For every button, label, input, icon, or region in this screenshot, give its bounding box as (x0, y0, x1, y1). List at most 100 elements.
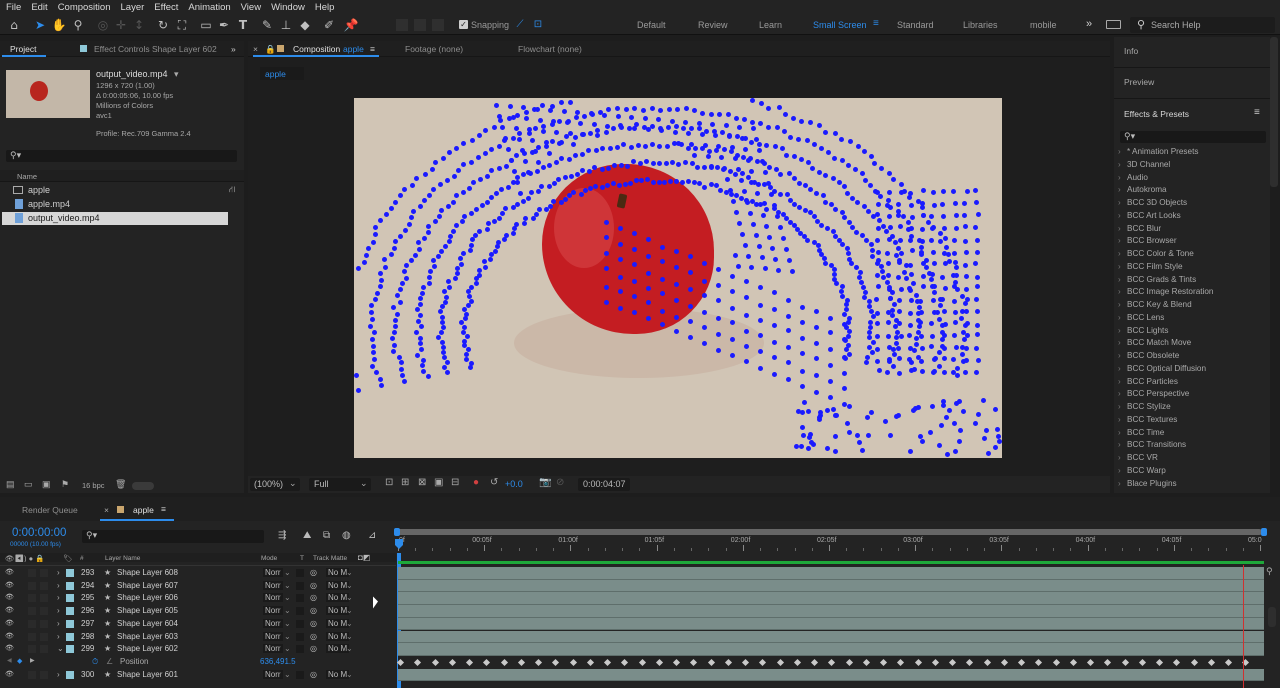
comp-mini-flowchart-icon[interactable]: ⇶ (278, 530, 286, 541)
project-item-apple-mp4[interactable]: apple.mp4 (2, 198, 242, 211)
keyframe-icon[interactable] (707, 658, 715, 666)
keyframe-icon[interactable] (414, 658, 422, 666)
effect-category-item[interactable]: › BCC Optical Diffusion (1118, 364, 1206, 373)
tab-composition-name[interactable]: apple (343, 44, 364, 54)
transparency-grid-icon[interactable]: ⊞ (401, 477, 409, 488)
toggle-switch[interactable] (132, 482, 154, 490)
camera-tool-icon[interactable]: ⛶ (174, 17, 190, 33)
keyframe-icon[interactable] (948, 658, 957, 666)
layer-duration-bar[interactable] (398, 579, 1264, 593)
color-management-icon[interactable]: ● (473, 477, 479, 488)
menu-composition[interactable]: Composition (58, 2, 111, 13)
selection-tool-icon[interactable]: ➤ (32, 17, 48, 33)
preview-panel-title[interactable]: Preview (1124, 77, 1154, 87)
current-time-display[interactable]: 0:00:04:07 (578, 478, 630, 491)
timeline-search-input[interactable]: ⚲▾ (82, 530, 264, 543)
keyframe-icon[interactable] (879, 658, 888, 666)
tab-project[interactable]: Project (10, 44, 36, 54)
tab-footage[interactable]: Footage (none) (405, 44, 463, 54)
puppet-pin-tool-icon[interactable]: 📌 (343, 17, 359, 33)
keyframe-icon[interactable] (966, 658, 974, 666)
work-area-range[interactable] (396, 529, 1262, 535)
keyframe-icon[interactable] (672, 658, 681, 666)
keyframe-icon[interactable] (724, 658, 732, 666)
keyframe-icon[interactable] (586, 658, 594, 666)
keyframe-icon[interactable] (862, 658, 870, 666)
keyframe-icon[interactable] (741, 658, 750, 666)
timeline-scrollbar[interactable] (1268, 607, 1276, 627)
keyframe-icon[interactable] (1155, 658, 1164, 666)
work-area-bar[interactable] (394, 529, 1266, 535)
project-item-output-video[interactable]: output_video.mp4 (2, 212, 228, 225)
hand-tool-icon[interactable]: ✋ (51, 17, 67, 33)
layer-duration-bar[interactable] (398, 605, 1264, 618)
bpc-label[interactable]: 16 bpc (82, 481, 105, 490)
effect-category-item[interactable]: › BCC Color & Tone (1118, 249, 1194, 258)
workspace-menu-icon[interactable]: ≡ (873, 18, 879, 29)
effect-category-item[interactable]: › BCC Browser (1118, 236, 1177, 245)
sync-settings-icon[interactable] (1106, 20, 1121, 29)
keyframe-icon[interactable] (845, 658, 853, 666)
keyframe-icon[interactable] (1173, 658, 1181, 666)
keyframe-icon[interactable] (569, 658, 577, 666)
time-ruler[interactable]: 0f00:05f01:00f01:05f02:00f02:05f03:00f03… (394, 537, 1266, 551)
keyframe-icon[interactable] (1086, 658, 1095, 666)
menu-help[interactable]: Help (315, 2, 335, 13)
close-icon[interactable]: × (253, 44, 258, 54)
orbit-tool-icon[interactable]: ◎ (95, 17, 111, 33)
effect-category-item[interactable]: › BCC Particles (1118, 377, 1178, 386)
effect-category-item[interactable]: › BCC Match Move (1118, 338, 1191, 347)
resolution-select[interactable]: Full ⌄ (309, 478, 371, 491)
reset-exposure-icon[interactable]: ↺ (490, 477, 498, 488)
menu-edit[interactable]: Edit (31, 2, 47, 13)
workspace-mobile[interactable]: mobile (1030, 20, 1057, 30)
layer-duration-bar[interactable] (398, 592, 1264, 606)
keyframe-icon[interactable] (396, 658, 405, 666)
pen-tool-icon[interactable]: ✒ (216, 17, 232, 33)
snap-edges-icon[interactable]: ⟋ (512, 17, 528, 33)
tab-effect-controls[interactable]: Effect Controls Shape Layer 602 (94, 44, 217, 54)
keyframe-icon[interactable] (483, 658, 491, 666)
snap-features-icon[interactable]: ⊡ (530, 17, 546, 33)
brush-tool-icon[interactable]: ✎ (259, 17, 275, 33)
layer-duration-bar[interactable] (398, 617, 1264, 631)
keyframe-icon[interactable] (603, 658, 612, 666)
menu-file[interactable]: File (6, 2, 21, 13)
keyframe-icon[interactable] (1224, 658, 1233, 666)
keyframe-track[interactable] (396, 655, 1264, 669)
show-snapshot-icon[interactable]: ⊘ (556, 477, 564, 488)
work-area-end-handle[interactable] (1261, 528, 1267, 536)
menu-window[interactable]: Window (271, 2, 305, 13)
keyframe-icon[interactable] (552, 658, 560, 666)
col-mode[interactable]: Mode (261, 555, 277, 562)
keyframe-icon[interactable] (1069, 658, 1077, 666)
info-panel-title[interactable]: Info (1124, 46, 1138, 56)
effect-category-item[interactable]: › BCC Time (1118, 428, 1164, 437)
region-of-interest-icon[interactable]: ⊡ (385, 477, 393, 488)
keyframe-icon[interactable] (500, 658, 508, 666)
effect-category-item[interactable]: › BCC Image Restoration (1118, 287, 1213, 296)
new-folder-icon[interactable]: ▭ (24, 479, 33, 490)
keyframe-icon[interactable] (517, 658, 525, 666)
keyframe-icon[interactable] (1000, 658, 1008, 666)
pan-tool-icon[interactable]: ✛ (113, 17, 129, 33)
zoom-tool-icon[interactable]: ⚲ (70, 17, 86, 33)
mask-visibility-icon[interactable]: ⊠ (418, 477, 426, 488)
view-axis-icon[interactable] (432, 19, 444, 31)
panel-menu-icon[interactable]: ≡ (1254, 107, 1260, 118)
graph-editor-icon[interactable]: ⊿ (368, 530, 376, 541)
timeline-zoom-icon[interactable]: ⚲ (1266, 567, 1276, 579)
composition-viewer[interactable] (354, 98, 1002, 458)
keyframe-icon[interactable] (1035, 658, 1043, 666)
effect-category-item[interactable]: › BCC Stylize (1118, 402, 1171, 411)
tab-composition-label[interactable]: Composition (293, 44, 340, 54)
footage-dropdown-icon[interactable]: ▾ (174, 69, 179, 80)
more-workspaces-icon[interactable]: » (1086, 18, 1092, 30)
shy-layers-icon[interactable]: ⧉ (323, 530, 330, 541)
keyframe-icon[interactable] (638, 658, 646, 666)
effect-category-item[interactable]: › BCC Lights (1118, 326, 1168, 335)
project-search-input[interactable]: ⚲▾ (6, 150, 237, 162)
effect-category-item[interactable]: › BCC 3D Objects (1118, 198, 1187, 207)
workspace-standard[interactable]: Standard (897, 20, 934, 30)
keyframe-icon[interactable] (1207, 658, 1215, 666)
